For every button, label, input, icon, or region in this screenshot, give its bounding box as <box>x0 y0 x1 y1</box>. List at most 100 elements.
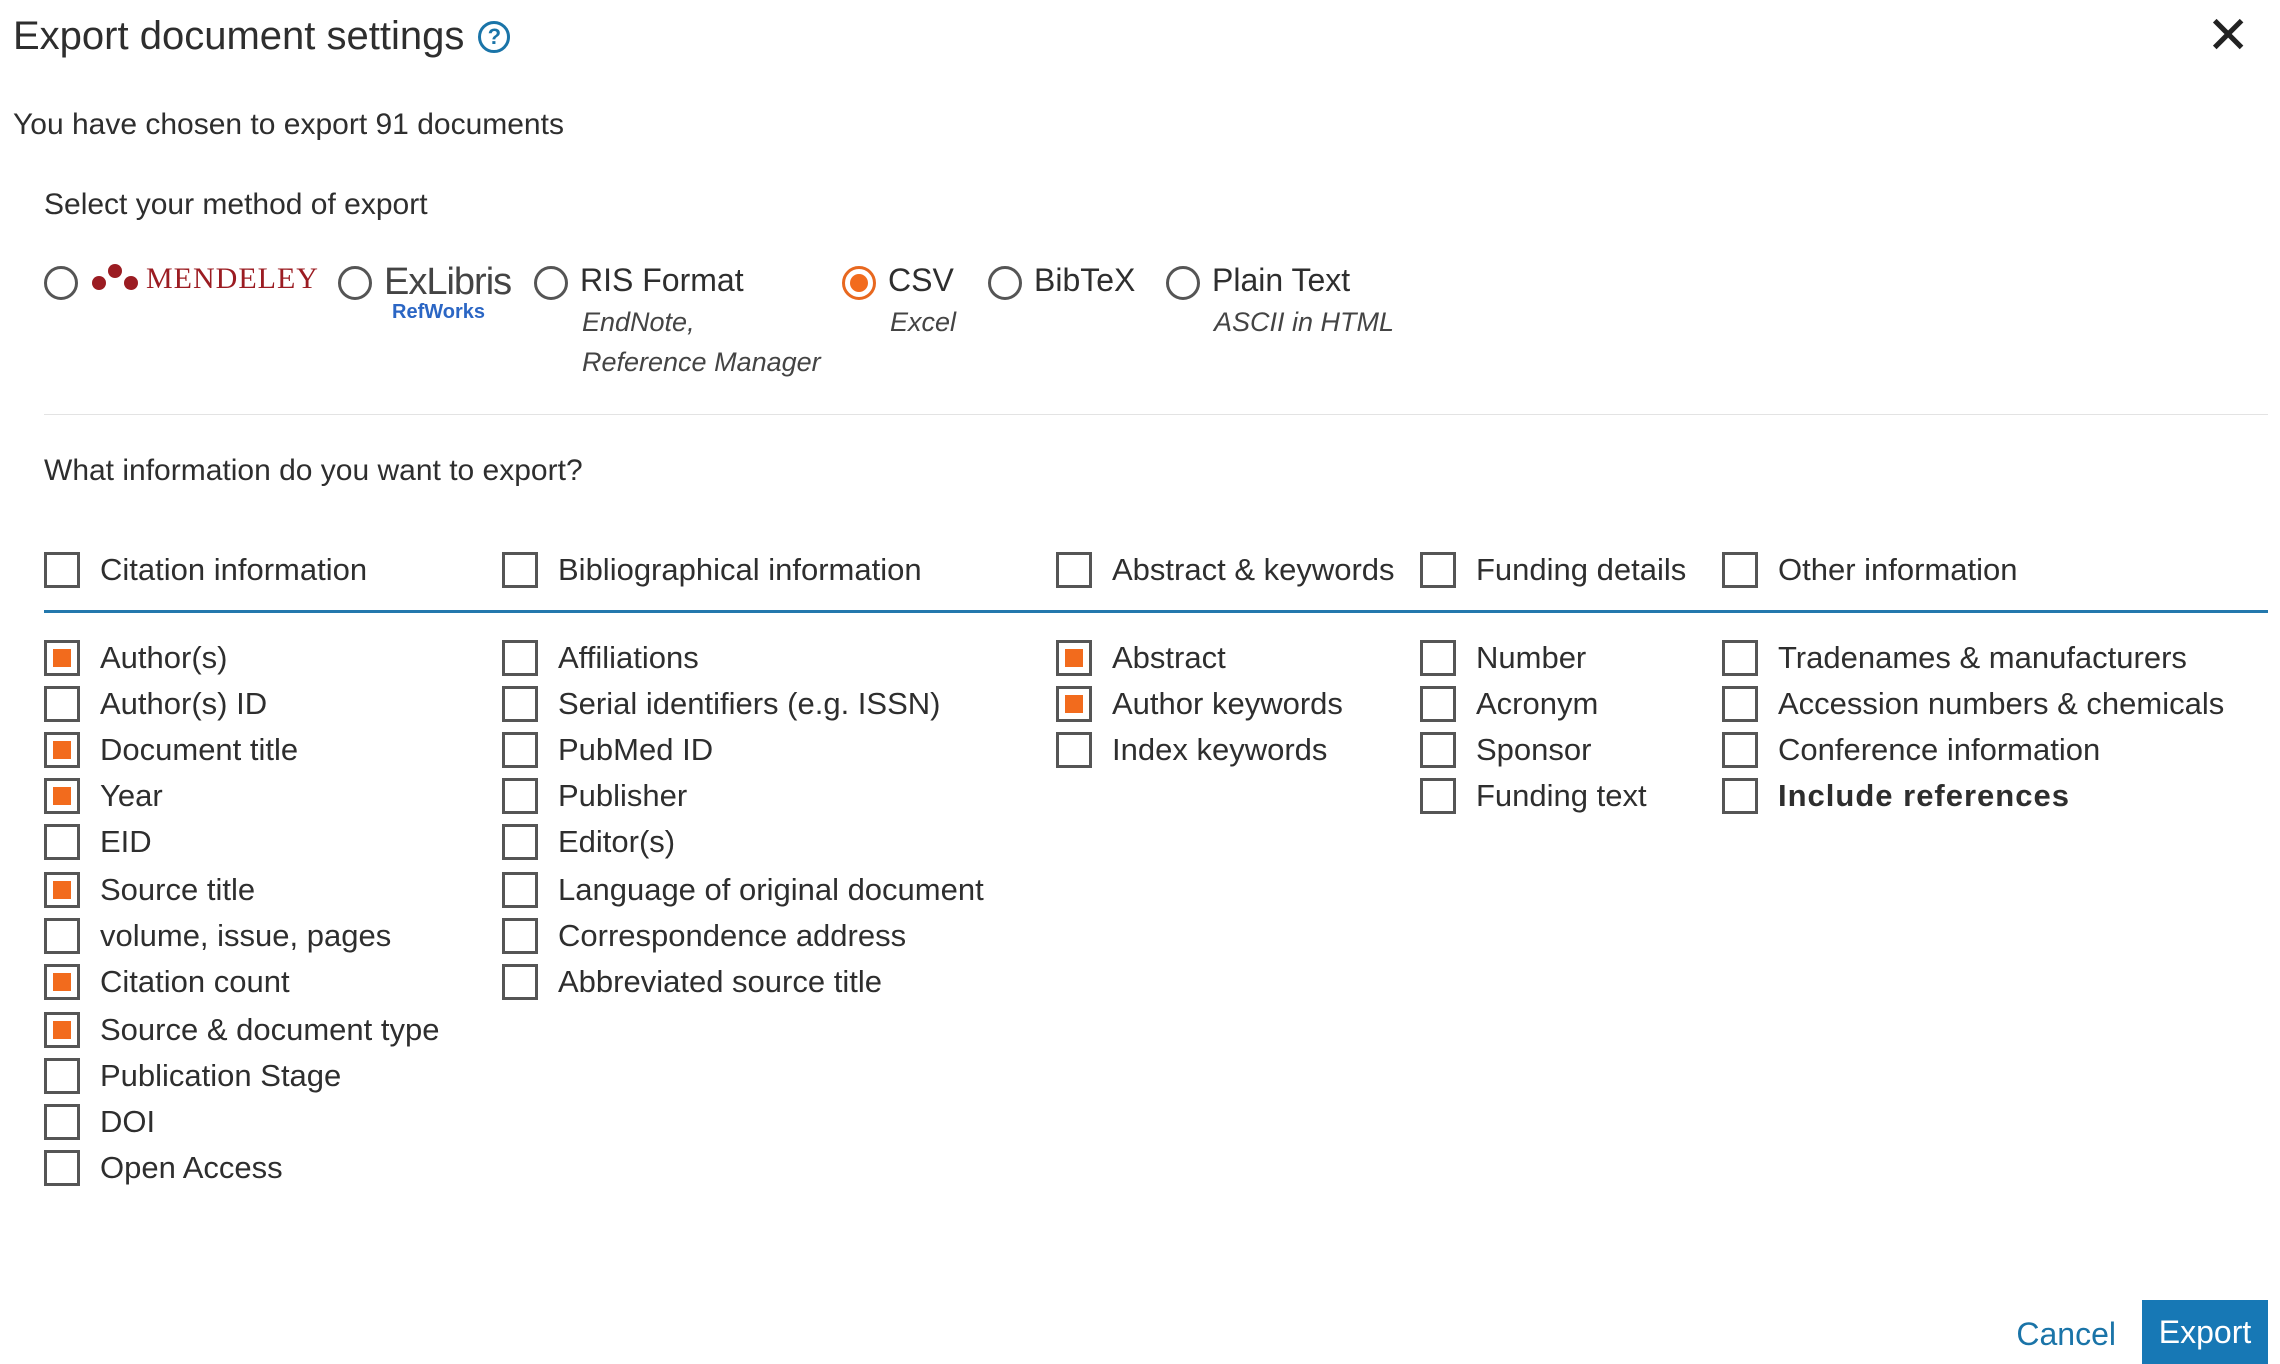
option-authors[interactable]: Author(s) <box>100 638 227 678</box>
option-author-keywords[interactable]: Author keywords <box>1112 684 1343 724</box>
option-accession-numbers[interactable]: Accession numbers & chemicals <box>1778 684 2224 724</box>
option-correspondence-address[interactable]: Correspondence address <box>558 916 906 956</box>
radio-plain-text[interactable] <box>1166 266 1200 300</box>
option-authors-id[interactable]: Author(s) ID <box>100 684 267 724</box>
option-funding-text[interactable]: Funding text <box>1476 776 1647 816</box>
radio-refworks[interactable] <box>338 266 372 300</box>
option-sponsor[interactable]: Sponsor <box>1476 730 1591 770</box>
checkbox-abstract-keywords[interactable] <box>1056 552 1092 588</box>
option-conference-information[interactable]: Conference information <box>1778 730 2100 770</box>
checkbox-open-access[interactable] <box>44 1150 80 1186</box>
option-tradenames[interactable]: Tradenames & manufacturers <box>1778 638 2187 678</box>
option-acronym[interactable]: Acronym <box>1476 684 1598 724</box>
option-citation-count[interactable]: Citation count <box>100 962 290 1002</box>
checkbox-affiliations[interactable] <box>502 640 538 676</box>
export-info-label: What information do you want to export? <box>44 454 583 487</box>
checkbox-serial-identifiers[interactable] <box>502 686 538 722</box>
dialog-title-row: Export document settings ? <box>13 14 511 59</box>
option-open-access[interactable]: Open Access <box>100 1148 283 1188</box>
checkbox-volume-issue-pages[interactable] <box>44 918 80 954</box>
plain-text-label[interactable]: Plain Text <box>1212 262 1350 299</box>
export-button[interactable]: Export <box>2142 1300 2268 1364</box>
radio-ris[interactable] <box>534 266 568 300</box>
dialog-title: Export document settings <box>13 14 465 58</box>
option-include-references[interactable]: Include references <box>1778 776 2070 816</box>
mendeley-logo[interactable]: MENDELEY <box>92 262 319 296</box>
group-header-other-information[interactable]: Other information <box>1778 550 2018 590</box>
checkbox-language[interactable] <box>502 872 538 908</box>
option-doi[interactable]: DOI <box>100 1102 155 1142</box>
bibtex-label[interactable]: BibTeX <box>1034 262 1135 299</box>
checkbox-other-information[interactable] <box>1722 552 1758 588</box>
checkbox-citation-count[interactable] <box>44 964 80 1000</box>
checkbox-citation-information[interactable] <box>44 552 80 588</box>
option-abstract[interactable]: Abstract <box>1112 638 1226 678</box>
radio-mendeley[interactable] <box>44 266 78 300</box>
ris-sublabel-1: EndNote, <box>582 307 695 337</box>
checkbox-abbreviated-source-title[interactable] <box>502 964 538 1000</box>
checkbox-abstract[interactable] <box>1056 640 1092 676</box>
checkbox-editors[interactable] <box>502 824 538 860</box>
cancel-button[interactable]: Cancel <box>2016 1316 2116 1353</box>
refworks-logo-text: RefWorks <box>392 301 485 323</box>
checkbox-include-references[interactable] <box>1722 778 1758 814</box>
mendeley-logo-text: MENDELEY <box>146 262 319 295</box>
checkbox-tradenames[interactable] <box>1722 640 1758 676</box>
checkbox-bibliographical-information[interactable] <box>502 552 538 588</box>
option-affiliations[interactable]: Affiliations <box>558 638 699 678</box>
option-volume-issue-pages[interactable]: volume, issue, pages <box>100 916 391 956</box>
option-source-document-type[interactable]: Source & document type <box>100 1010 439 1050</box>
radio-csv[interactable] <box>842 266 876 300</box>
exlibris-logo-text: ExLibris <box>384 261 512 303</box>
option-publication-stage[interactable]: Publication Stage <box>100 1056 341 1096</box>
group-header-bibliographical-information[interactable]: Bibliographical information <box>558 550 922 590</box>
checkbox-author-keywords[interactable] <box>1056 686 1092 722</box>
option-number[interactable]: Number <box>1476 638 1586 678</box>
group-header-abstract-keywords[interactable]: Abstract & keywords <box>1112 550 1395 590</box>
checkbox-authors-id[interactable] <box>44 686 80 722</box>
checkbox-conference-information[interactable] <box>1722 732 1758 768</box>
checkbox-publisher[interactable] <box>502 778 538 814</box>
close-icon[interactable]: ✕ <box>2206 6 2250 66</box>
mendeley-logo-icon <box>92 264 138 294</box>
export-method-label: Select your method of export <box>44 188 428 221</box>
option-document-title[interactable]: Document title <box>100 730 298 770</box>
group-header-citation-information[interactable]: Citation information <box>100 550 367 590</box>
checkbox-index-keywords[interactable] <box>1056 732 1092 768</box>
radio-bibtex[interactable] <box>988 266 1022 300</box>
checkbox-year[interactable] <box>44 778 80 814</box>
csv-label[interactable]: CSV <box>888 262 954 299</box>
checkbox-acronym[interactable] <box>1420 686 1456 722</box>
checkbox-pubmed-id[interactable] <box>502 732 538 768</box>
help-icon[interactable]: ? <box>478 20 511 53</box>
option-source-title[interactable]: Source title <box>100 870 255 910</box>
section-divider <box>44 414 2268 415</box>
csv-sublabel: Excel <box>890 307 957 337</box>
ris-sublabel-2: Reference Manager <box>582 347 821 377</box>
checkbox-accession-numbers[interactable] <box>1722 686 1758 722</box>
option-language[interactable]: Language of original document <box>558 870 984 910</box>
group-header-funding-details[interactable]: Funding details <box>1476 550 1686 590</box>
option-publisher[interactable]: Publisher <box>558 776 687 816</box>
checkbox-eid[interactable] <box>44 824 80 860</box>
option-pubmed-id[interactable]: PubMed ID <box>558 730 713 770</box>
refworks-logo[interactable]: ExLibris RefWorks <box>384 261 512 323</box>
checkbox-document-title[interactable] <box>44 732 80 768</box>
checkbox-source-title[interactable] <box>44 872 80 908</box>
checkbox-funding-text[interactable] <box>1420 778 1456 814</box>
checkbox-publication-stage[interactable] <box>44 1058 80 1094</box>
option-eid[interactable]: EID <box>100 822 152 862</box>
option-serial-identifiers[interactable]: Serial identifiers (e.g. ISSN) <box>558 684 940 724</box>
option-index-keywords[interactable]: Index keywords <box>1112 730 1327 770</box>
checkbox-number[interactable] <box>1420 640 1456 676</box>
ris-label[interactable]: RIS Format <box>580 262 744 299</box>
checkbox-doi[interactable] <box>44 1104 80 1140</box>
option-abbreviated-source-title[interactable]: Abbreviated source title <box>558 962 882 1002</box>
checkbox-funding-details[interactable] <box>1420 552 1456 588</box>
checkbox-sponsor[interactable] <box>1420 732 1456 768</box>
option-editors[interactable]: Editor(s) <box>558 822 675 862</box>
checkbox-source-document-type[interactable] <box>44 1012 80 1048</box>
option-year[interactable]: Year <box>100 776 163 816</box>
checkbox-correspondence-address[interactable] <box>502 918 538 954</box>
checkbox-authors[interactable] <box>44 640 80 676</box>
